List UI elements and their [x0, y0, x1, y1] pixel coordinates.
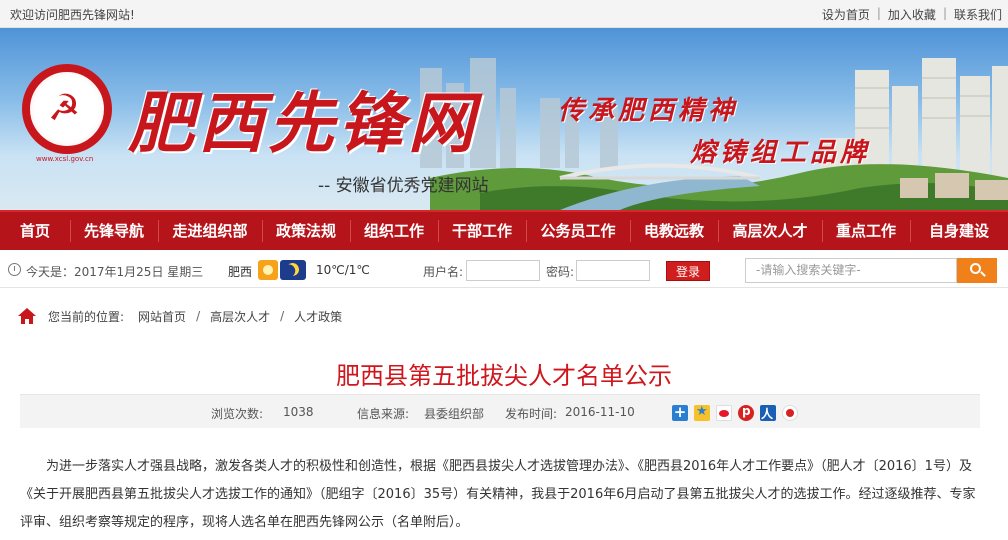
- breadcrumb-policy-link[interactable]: 人才政策: [294, 308, 342, 325]
- breadcrumb-separator: /: [280, 309, 285, 323]
- publish-date: 2016-11-10: [565, 405, 635, 419]
- views-label: 浏览次数:: [211, 407, 264, 421]
- share-pinterest-icon[interactable]: [738, 404, 754, 421]
- clock-icon: [8, 263, 21, 276]
- sunny-weather-icon: [258, 260, 278, 280]
- search-icon-handle: [980, 271, 986, 277]
- temperature: 10℃/1℃: [316, 263, 370, 277]
- top-bar: 欢迎访问肥西先锋网站! 设为首页 | 加入收藏 | 联系我们: [0, 0, 1008, 28]
- slogan-line-2: 熔铸组工品牌: [690, 138, 871, 168]
- party-emblem-icon: ☭: [48, 88, 81, 129]
- article-title: 肥西县第五批拔尖人才名单公示: [336, 362, 672, 390]
- nav-item-home[interactable]: 首页: [0, 212, 70, 250]
- nav-item-guide[interactable]: 先锋导航: [70, 212, 158, 250]
- current-date: 今天是：2017年1月25日 星期三: [26, 265, 204, 279]
- username-label: 用户名:: [423, 265, 464, 279]
- top-links: 设为首页 | 加入收藏 | 联系我们: [822, 6, 1002, 23]
- contact-us-link[interactable]: 联系我们: [954, 6, 1002, 23]
- share-qzone-icon[interactable]: [694, 404, 710, 421]
- welcome-text: 欢迎访问肥西先锋网站!: [10, 8, 135, 22]
- breadcrumb: 您当前的位置: 网站首页 / 高层次人才 / 人才政策: [18, 306, 342, 326]
- password-label: 密码:: [546, 265, 575, 279]
- views-count: 1038: [283, 405, 314, 419]
- home-icon: [18, 308, 36, 324]
- share-renren-icon[interactable]: [760, 405, 776, 422]
- info-bar: 今天是：2017年1月25日 星期三 肥西 10℃/1℃ 用户名: 密码: 登录…: [0, 252, 1008, 288]
- nav-item-organization-work[interactable]: 组织工作: [350, 212, 438, 250]
- nav-item-self-building[interactable]: 自身建设: [910, 212, 1008, 250]
- site-name: 肥西先锋网: [128, 84, 478, 162]
- breadcrumb-home-link[interactable]: 网站首页: [138, 308, 186, 325]
- password-input[interactable]: [576, 260, 650, 281]
- add-favorite-link[interactable]: 加入收藏: [888, 6, 936, 23]
- nav-item-key-work[interactable]: 重点工作: [822, 212, 910, 250]
- article-body: 为进一步落实人才强县战略，激发各类人才的积极性和创造性，根据《肥西县拔尖人才选拔…: [20, 453, 980, 537]
- nav-item-high-level-talent[interactable]: 高层次人才: [718, 212, 822, 250]
- username-input[interactable]: [466, 260, 540, 281]
- night-weather-icon: [280, 260, 306, 280]
- weather-city: 肥西: [228, 265, 253, 279]
- login-button[interactable]: 登录: [666, 261, 710, 281]
- nav-item-civil-servant[interactable]: 公务员工作: [526, 212, 630, 250]
- nav-item-cadre-work[interactable]: 干部工作: [438, 212, 526, 250]
- nav-item-e-education[interactable]: 电教远教: [630, 212, 718, 250]
- site-banner: ☭ www.xcsl.gov.cn 肥西先锋网 -- 安徽省优秀党建网站 传承肥…: [0, 28, 1008, 210]
- source-label: 信息来源:: [357, 407, 410, 421]
- logo-url-text: www.xcsl.gov.cn: [36, 155, 94, 163]
- article-paragraph: 为进一步落实人才强县战略，激发各类人才的积极性和创造性，根据《肥西县拔尖人才选拔…: [20, 459, 976, 530]
- link-divider: |: [876, 6, 881, 20]
- nav-item-about-department[interactable]: 走进组织部: [158, 212, 262, 250]
- main-nav: 首页 先锋导航 走进组织部 政策法规 组织工作 干部工作 公务员工作 电教远教 …: [0, 210, 1008, 250]
- share-plus-icon[interactable]: +: [672, 405, 688, 421]
- nav-item-policies[interactable]: 政策法规: [262, 212, 350, 250]
- article-meta: 浏览次数: 1038 信息来源: 县委组织部 发布时间: 2016-11-10 …: [20, 394, 980, 428]
- share-other-icon[interactable]: [782, 405, 798, 421]
- breadcrumb-prefix: 您当前的位置:: [48, 309, 125, 324]
- search-input[interactable]: -请输入搜索关键字-: [745, 258, 957, 283]
- party-logo[interactable]: ☭: [22, 64, 112, 154]
- site-subtitle: -- 安徽省优秀党建网站: [318, 176, 489, 196]
- link-divider: |: [942, 6, 947, 20]
- slogan-line-1: 传承肥西精神: [558, 96, 739, 126]
- breadcrumb-separator: /: [196, 309, 201, 323]
- breadcrumb-talent-link[interactable]: 高层次人才: [210, 308, 270, 325]
- source-value: 县委组织部: [424, 407, 485, 421]
- search-button[interactable]: [957, 258, 997, 283]
- set-homepage-link[interactable]: 设为首页: [822, 6, 870, 23]
- share-weibo-icon[interactable]: [716, 405, 732, 421]
- date-label: 发布时间:: [505, 407, 558, 421]
